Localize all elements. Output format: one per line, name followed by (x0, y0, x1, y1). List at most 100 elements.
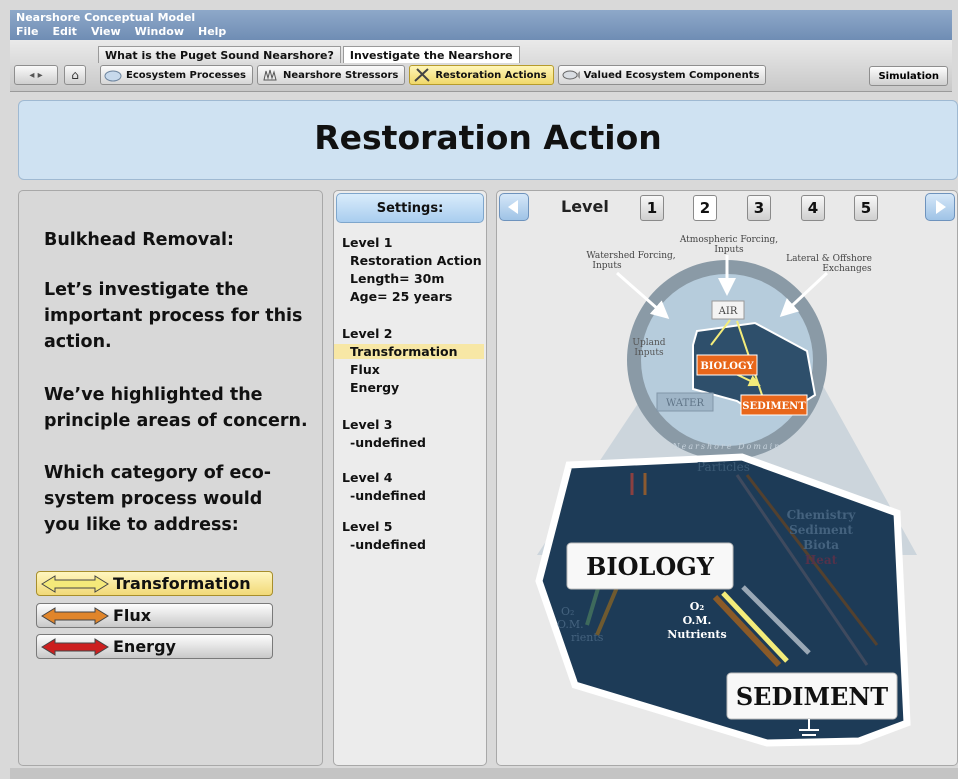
arrow-right-icon (936, 200, 946, 214)
level-5-button[interactable]: 5 (854, 195, 878, 221)
atmos-label-1: Atmospheric Forcing, (679, 235, 778, 245)
biology-small-label: BIOLOGY (700, 361, 754, 372)
settings-item-selected[interactable]: Transformation (334, 344, 484, 359)
subtab-label: Valued Ecosystem Components (583, 69, 760, 81)
back-forward-button[interactable]: ◂ ▸ (14, 65, 58, 85)
subtab-label: Nearshore Stressors (283, 69, 399, 81)
sediment-small-label: SEDIMENT (742, 401, 806, 412)
settings-item[interactable]: Flux (350, 362, 380, 377)
intro-line-3: action. (44, 332, 112, 352)
nutrient-om: O.M. (683, 614, 712, 627)
back-forward-arrows-icon: ◂ ▸ (29, 69, 43, 81)
question-line-2: system process would (44, 489, 263, 509)
double-arrow-icon (41, 574, 109, 593)
subtab-label: Ecosystem Processes (126, 69, 246, 81)
left-faint-o2: O₂ (561, 605, 574, 618)
hand-icon (263, 69, 277, 81)
watershed-label-1: Watershed Forcing, (586, 251, 675, 261)
transformation-label: Transformation (113, 574, 251, 593)
settings-item: Length= 30m (350, 271, 445, 286)
section-tabs: Ecosystem Processes Nearshore Stressors … (100, 65, 767, 85)
next-level-button[interactable] (925, 193, 955, 221)
watershed-label-2: Inputs (592, 261, 622, 271)
settings-level-3: Level 3 (342, 417, 393, 432)
nutrient-o2: O₂ (690, 600, 705, 613)
double-arrow-icon (41, 606, 109, 625)
settings-header: Settings: (336, 193, 484, 223)
chemistry-label: Chemistry (787, 508, 857, 522)
nutrient-nutrients: Nutrients (667, 628, 726, 641)
settings-level-4: Level 4 (342, 470, 393, 485)
settings-item: Restoration Action (350, 253, 482, 268)
menu-view[interactable]: View (91, 25, 121, 38)
tab-puget-sound[interactable]: What is the Puget Sound Nearshore? (98, 46, 341, 63)
tools-icon (414, 68, 431, 82)
question-line-1: Which category of eco- (44, 463, 272, 483)
subtab-label: Restoration Actions (435, 69, 547, 81)
sediment-label: SEDIMENT (736, 682, 888, 711)
settings-level-1: Level 1 (342, 235, 393, 250)
domain-label: Nearshore Domain (672, 442, 782, 451)
menu-edit[interactable]: Edit (53, 25, 77, 38)
intro-line-1: Let’s investigate the (44, 280, 249, 300)
lateral-label-2: Exchanges (822, 264, 872, 274)
home-icon: ⌂ (71, 68, 79, 82)
upland-label-2: Inputs (634, 348, 664, 358)
transformation-button[interactable]: Transformation (36, 571, 273, 596)
arrow-left-icon (508, 200, 518, 214)
settings-item: -undefined (350, 435, 427, 450)
status-bar (10, 768, 958, 779)
settings-panel: Settings: Level 1 Restoration Action Len… (333, 190, 487, 766)
menu-help[interactable]: Help (198, 25, 226, 38)
sediment-faint-label: Sediment (789, 523, 853, 537)
subtab-nearshore-stressors[interactable]: Nearshore Stressors (257, 65, 406, 85)
lateral-label-1: Lateral & Offshore (786, 254, 872, 264)
page-title: Restoration Action (314, 118, 662, 157)
settings-item: -undefined (350, 537, 427, 552)
biota-label: Biota (803, 538, 839, 552)
simulation-button[interactable]: Simulation (869, 66, 948, 86)
heat-label: Heat (805, 553, 838, 567)
energy-button[interactable]: Energy (36, 634, 273, 659)
particles-label: Particles (697, 460, 750, 474)
menu-file[interactable]: File (16, 25, 39, 38)
settings-level-5: Level 5 (342, 519, 393, 534)
app-title: Nearshore Conceptual Model (16, 11, 196, 24)
diagram-panel: Level 1 2 3 4 5 Atmospheric Forcing, Inp… (496, 190, 958, 766)
ecosystem-icon (104, 70, 122, 82)
title-bar: Nearshore Conceptual Model File Edit Vie… (10, 10, 952, 40)
flux-label: Flux (113, 606, 152, 625)
level-2-button[interactable]: 2 (693, 195, 717, 221)
subtab-ecosystem-processes[interactable]: Ecosystem Processes (100, 65, 253, 85)
settings-level-2: Level 2 (342, 326, 393, 341)
toolbar: What is the Puget Sound Nearshore? Inves… (10, 40, 952, 92)
action-heading: Bulkhead Removal: (44, 230, 235, 250)
settings-item[interactable]: Energy (350, 380, 399, 395)
atmos-label-2: Inputs (714, 245, 744, 255)
level-4-button[interactable]: 4 (801, 195, 825, 221)
highlight-line-2: principle areas of concern. (44, 411, 308, 431)
menu-window[interactable]: Window (135, 25, 184, 38)
level-label: Level (561, 197, 609, 216)
settings-item: -undefined (350, 488, 427, 503)
level-3-button[interactable]: 3 (747, 195, 771, 221)
biology-label: BIOLOGY (586, 552, 715, 581)
menu-bar: File Edit View Window Help (16, 25, 226, 38)
tab-investigate[interactable]: Investigate the Nearshore (342, 46, 520, 63)
subtab-valued-ecosystem-components[interactable]: Valued Ecosystem Components (557, 65, 767, 85)
energy-label: Energy (113, 637, 176, 656)
action-panel: Bulkhead Removal: Let’s investigate the … (18, 190, 323, 766)
intro-line-2: important process for this (44, 306, 303, 326)
ecosystem-diagram: Atmospheric Forcing, Inputs Watershed Fo… (535, 235, 917, 747)
level-bar: Level 1 2 3 4 5 (497, 191, 957, 225)
question-line-3: you like to address: (44, 515, 239, 535)
highlight-line-1: We’ve highlighted the (44, 385, 263, 405)
fish-icon (562, 70, 580, 80)
prev-level-button[interactable] (499, 193, 529, 221)
subtab-restoration-actions[interactable]: Restoration Actions (409, 65, 554, 85)
home-button[interactable]: ⌂ (64, 65, 86, 85)
left-faint-om: O.M. (557, 618, 584, 631)
flux-button[interactable]: Flux (36, 603, 273, 628)
water-label: WATER (666, 398, 704, 409)
level-1-button[interactable]: 1 (640, 195, 664, 221)
